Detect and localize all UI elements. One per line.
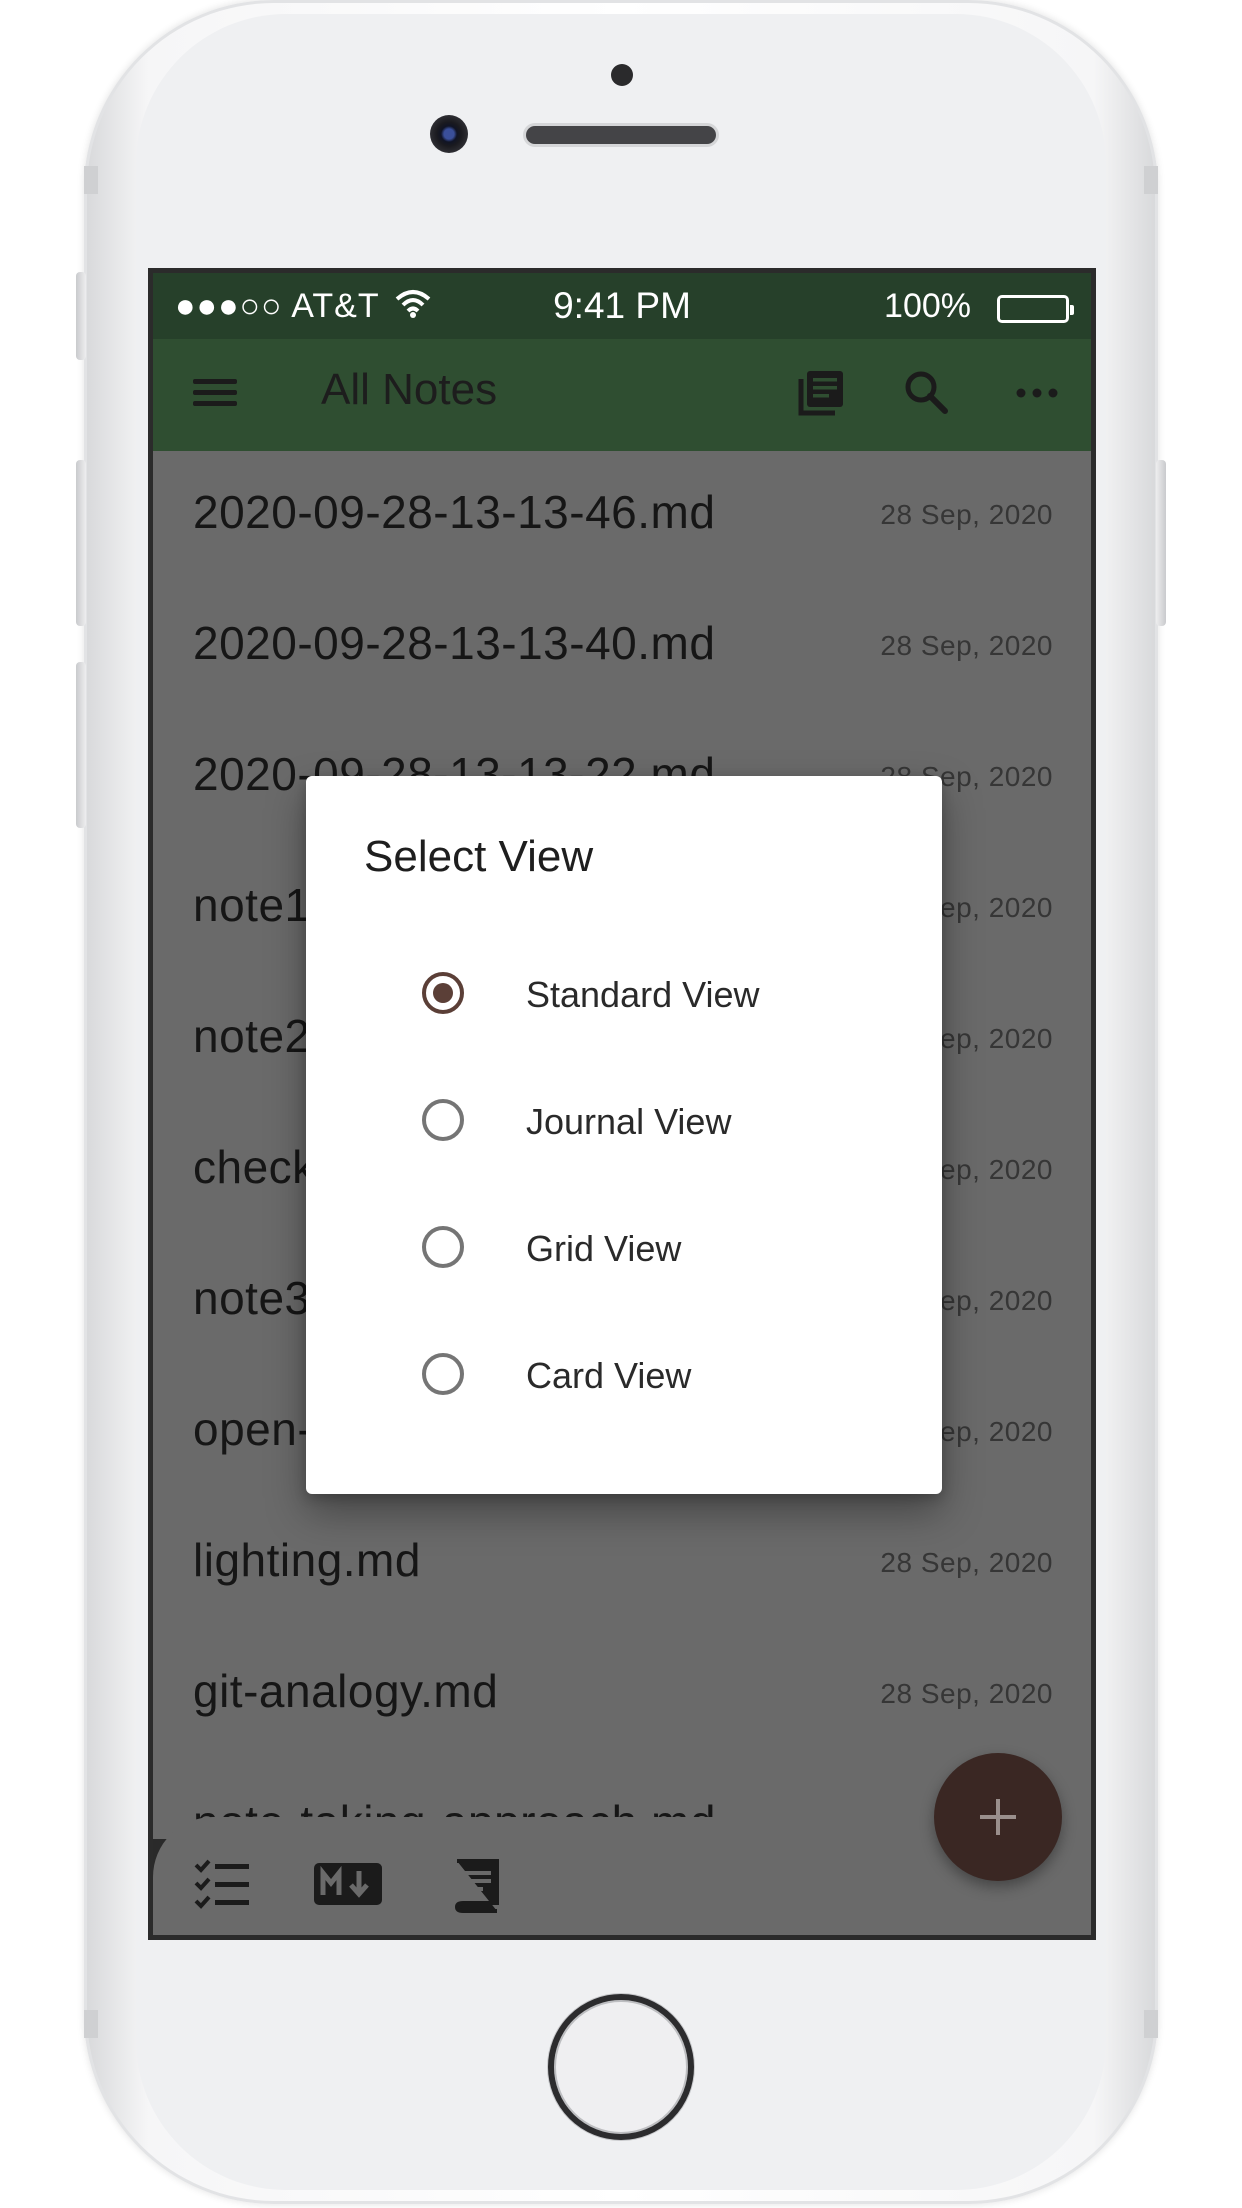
antenna-band — [1144, 2010, 1158, 2038]
home-button[interactable] — [548, 1994, 694, 2140]
antenna-band — [84, 2010, 98, 2038]
radio-button-selected[interactable] — [422, 972, 464, 1014]
radio-button[interactable] — [422, 1226, 464, 1268]
radio-button[interactable] — [422, 1353, 464, 1395]
journal-icon[interactable] — [449, 1857, 509, 1913]
checklist-icon[interactable] — [193, 1857, 253, 1913]
proximity-sensor — [611, 64, 633, 86]
note-name: note3 — [193, 1272, 311, 1324]
dialog-title: Select View — [364, 832, 594, 881]
note-date: 28 Sep, 2020 — [880, 1678, 1053, 1709]
more-icon[interactable] — [1009, 365, 1069, 425]
battery-percent: 100% — [884, 287, 971, 325]
power-button — [1156, 460, 1166, 626]
note-name: note2 — [193, 1010, 311, 1062]
earpiece-speaker — [526, 126, 716, 144]
search-icon[interactable] — [899, 365, 959, 425]
option-journal-view[interactable]: Journal View — [306, 1071, 942, 1171]
page-title: All Notes — [321, 365, 498, 414]
option-label: Grid View — [526, 1228, 682, 1269]
note-date: 28 Sep, 2020 — [880, 499, 1053, 530]
select-view-dialog: Select View Standard View Journal View G… — [306, 776, 942, 1494]
option-grid-view[interactable]: Grid View — [306, 1198, 942, 1298]
status-bar: ●●●○○ AT&T 9:41 PM 100% — [153, 273, 1091, 339]
note-name: note1 — [193, 879, 311, 931]
battery-icon — [997, 295, 1074, 323]
note-name: 2020-09-28-13-13-40.md — [193, 617, 716, 669]
option-label: Journal View — [526, 1101, 732, 1142]
note-name: git-analogy.md — [193, 1665, 499, 1717]
radio-button[interactable] — [422, 1099, 464, 1141]
note-date: 28 Sep, 2020 — [880, 630, 1053, 661]
mute-switch — [76, 272, 86, 360]
add-note-button[interactable] — [934, 1753, 1062, 1881]
menu-icon[interactable] — [193, 373, 237, 417]
note-name: open- — [193, 1403, 314, 1455]
views-icon[interactable] — [793, 365, 853, 425]
antenna-band — [84, 166, 98, 194]
list-item[interactable]: 2020-09-28-13-13-46.md 28 Sep, 2020 — [153, 451, 1091, 582]
markdown-icon[interactable] — [313, 1857, 383, 1913]
note-name: 2020-09-28-13-13-46.md — [193, 486, 716, 538]
list-item[interactable]: 2020-09-28-13-13-40.md 28 Sep, 2020 — [153, 582, 1091, 713]
option-label: Card View — [526, 1355, 692, 1396]
list-item[interactable]: git-analogy.md 28 Sep, 2020 — [153, 1630, 1091, 1761]
list-item[interactable]: lighting.md 28 Sep, 2020 — [153, 1499, 1091, 1630]
note-date: 28 Sep, 2020 — [880, 1547, 1053, 1578]
antenna-band — [1144, 166, 1158, 194]
option-standard-view[interactable]: Standard View — [306, 944, 942, 1044]
option-card-view[interactable]: Card View — [306, 1325, 942, 1425]
note-name: check — [193, 1141, 316, 1193]
volume-down-button — [76, 662, 86, 828]
note-name: lighting.md — [193, 1534, 421, 1586]
volume-up-button — [76, 460, 86, 626]
app-bar: All Notes — [153, 339, 1091, 451]
front-camera — [430, 115, 468, 153]
option-label: Standard View — [526, 974, 760, 1015]
